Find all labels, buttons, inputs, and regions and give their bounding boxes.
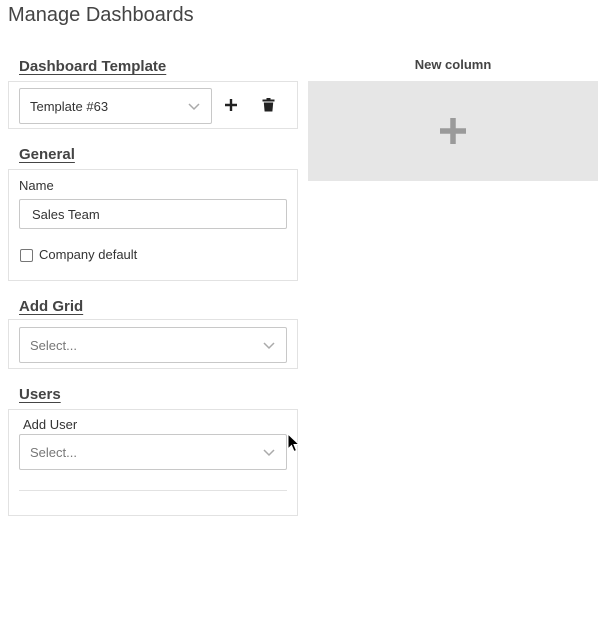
new-column-heading: New column — [414, 57, 492, 72]
general-panel: Name Company default — [8, 169, 298, 281]
plus-icon — [225, 99, 237, 111]
mouse-cursor-icon — [287, 433, 301, 453]
add-grid-heading: Add Grid — [19, 298, 84, 315]
trash-icon — [262, 98, 274, 112]
add-grid-placeholder: Select... — [30, 337, 77, 353]
add-template-button[interactable] — [221, 95, 241, 115]
add-user-label: Add User — [23, 417, 78, 432]
chevron-down-icon — [263, 342, 275, 350]
dashboard-template-heading: Dashboard Template — [19, 58, 167, 75]
users-heading: Users — [19, 386, 61, 403]
chevron-down-icon — [263, 449, 275, 457]
users-panel: Add User Select... — [8, 409, 298, 516]
dashboard-template-panel: Template #63 — [8, 81, 298, 129]
company-default-checkbox[interactable] — [20, 249, 33, 262]
general-heading: General — [19, 146, 75, 163]
template-select[interactable]: Template #63 — [19, 88, 212, 124]
page-title: Manage Dashboards — [8, 4, 194, 26]
delete-template-button[interactable] — [258, 95, 278, 115]
chevron-down-icon — [188, 103, 200, 111]
name-input[interactable] — [19, 199, 287, 229]
add-user-select[interactable]: Select... — [19, 434, 287, 470]
add-grid-panel: Select... — [8, 319, 298, 369]
company-default-label: Company default — [39, 247, 138, 262]
template-select-value: Template #63 — [30, 98, 109, 114]
add-grid-select[interactable]: Select... — [19, 327, 287, 363]
name-label: Name — [19, 178, 54, 193]
plus-icon — [440, 118, 466, 144]
add-column-button[interactable] — [308, 81, 598, 181]
add-user-placeholder: Select... — [30, 444, 77, 460]
users-divider — [19, 490, 287, 491]
